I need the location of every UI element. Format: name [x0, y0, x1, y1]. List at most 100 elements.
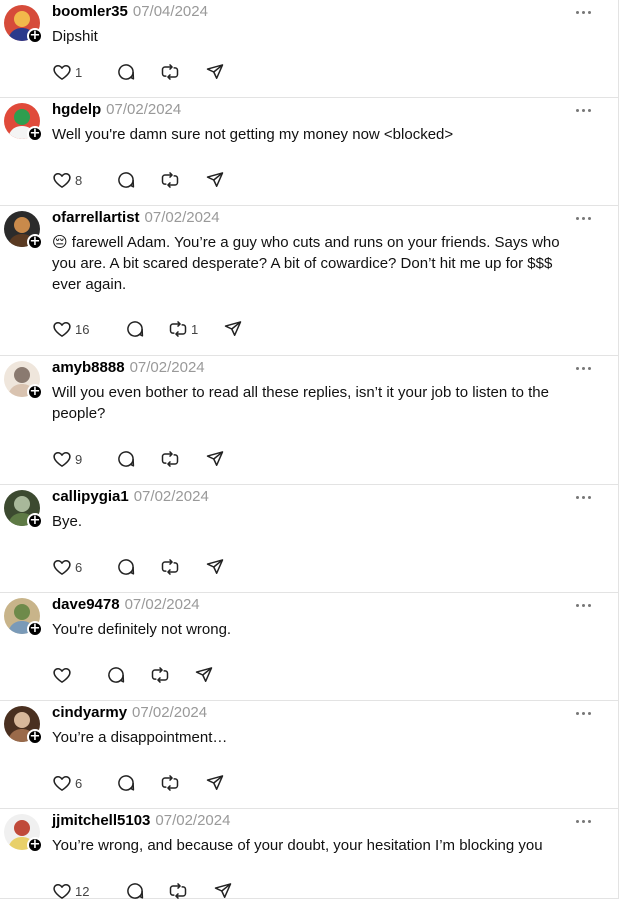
like-button[interactable]	[52, 665, 83, 685]
repost-button[interactable]	[160, 62, 191, 82]
reply-button[interactable]	[125, 881, 145, 899]
reply-button[interactable]	[125, 319, 145, 339]
share-button[interactable]	[205, 62, 225, 82]
reply-post: + boomler35 07/04/2024 Dipshit 1	[0, 0, 618, 98]
more-horizontal-icon[interactable]	[576, 703, 592, 723]
heart-icon	[52, 170, 72, 190]
more-horizontal-icon[interactable]	[576, 358, 592, 378]
reply-post: + jjmitchell5103 07/02/2024 You’re wrong, a…	[0, 809, 618, 899]
like-count: 6	[75, 559, 83, 575]
username[interactable]: cindyarmy	[52, 704, 127, 721]
avatar[interactable]: +	[4, 361, 43, 400]
like-button[interactable]: 12	[52, 881, 89, 899]
avatar[interactable]: +	[4, 598, 43, 637]
post-actions: 6	[52, 773, 225, 793]
like-button[interactable]: 9	[52, 449, 83, 469]
reply-button[interactable]	[116, 449, 136, 469]
post-actions: 16 1	[52, 319, 243, 339]
share-button[interactable]	[205, 449, 225, 469]
avatar[interactable]: +	[4, 706, 43, 745]
reply-button[interactable]	[116, 170, 136, 190]
post-header: cindyarmy 07/02/2024	[52, 703, 618, 723]
reply-button[interactable]	[116, 773, 136, 793]
username[interactable]: callipygia1	[52, 488, 129, 505]
like-count: 6	[75, 775, 83, 791]
avatar[interactable]: +	[4, 814, 43, 853]
repost-icon	[160, 557, 180, 577]
follow-plus-icon[interactable]: +	[27, 729, 43, 745]
post-header: dave9478 07/02/2024	[52, 595, 618, 615]
repost-button[interactable]	[168, 881, 199, 899]
username[interactable]: ofarrellartist	[52, 209, 140, 226]
repost-icon	[160, 449, 180, 469]
follow-plus-icon[interactable]: +	[27, 234, 43, 250]
username[interactable]: hgdelp	[52, 101, 101, 118]
comment-icon	[116, 449, 136, 469]
repost-button[interactable]: 1	[168, 319, 199, 339]
reply-button[interactable]	[116, 557, 136, 577]
follow-plus-icon[interactable]: +	[27, 621, 43, 637]
more-horizontal-icon[interactable]	[576, 595, 592, 615]
username[interactable]: dave9478	[52, 596, 120, 613]
repost-icon	[168, 881, 188, 899]
like-count: 16	[75, 321, 90, 337]
avatar[interactable]: +	[4, 103, 43, 142]
send-icon	[223, 319, 243, 339]
post-actions: 9	[52, 449, 225, 469]
share-button[interactable]	[205, 170, 225, 190]
avatar[interactable]: +	[4, 490, 43, 529]
like-button[interactable]: 1	[52, 62, 83, 82]
share-button[interactable]	[205, 773, 225, 793]
repost-button[interactable]	[150, 665, 181, 685]
send-icon	[205, 170, 225, 190]
send-icon	[194, 665, 214, 685]
send-icon	[205, 449, 225, 469]
avatar[interactable]: +	[4, 211, 43, 250]
username[interactable]: boomler35	[52, 3, 128, 20]
comment-icon	[125, 319, 145, 339]
heart-icon	[52, 449, 72, 469]
repost-button[interactable]	[160, 557, 191, 577]
like-button[interactable]: 6	[52, 557, 83, 577]
more-horizontal-icon[interactable]	[576, 487, 592, 507]
post-actions: 12	[52, 881, 233, 899]
follow-plus-icon[interactable]: +	[27, 384, 43, 400]
follow-plus-icon[interactable]: +	[27, 837, 43, 853]
send-icon	[213, 881, 233, 899]
repost-button[interactable]	[160, 170, 191, 190]
share-button[interactable]	[205, 557, 225, 577]
username[interactable]: jjmitchell5103	[52, 812, 150, 829]
comment-icon	[116, 557, 136, 577]
follow-plus-icon[interactable]: +	[27, 28, 43, 44]
like-button[interactable]: 6	[52, 773, 83, 793]
more-horizontal-icon[interactable]	[576, 2, 592, 22]
post-text: You're definitely not wrong.	[52, 621, 232, 638]
more-horizontal-icon[interactable]	[576, 208, 592, 228]
follow-plus-icon[interactable]: +	[27, 126, 43, 142]
repost-button[interactable]	[160, 773, 191, 793]
follow-plus-icon[interactable]: +	[27, 513, 43, 529]
repost-button[interactable]	[160, 449, 191, 469]
send-icon	[205, 62, 225, 82]
avatar[interactable]: +	[4, 5, 43, 44]
reply-button[interactable]	[106, 665, 126, 685]
share-button[interactable]	[194, 665, 214, 685]
post-text: You’re a disappointment…	[52, 729, 228, 746]
post-actions: 8	[52, 170, 225, 190]
post-header: jjmitchell5103 07/02/2024	[52, 811, 618, 831]
share-button[interactable]	[213, 881, 233, 899]
post-date: 07/02/2024	[129, 359, 205, 376]
post-text: Will you even bother to read all these r…	[52, 384, 554, 422]
username[interactable]: amyb8888	[52, 359, 125, 376]
share-button[interactable]	[223, 319, 243, 339]
more-horizontal-icon[interactable]	[576, 100, 592, 120]
more-horizontal-icon[interactable]	[576, 811, 592, 831]
post-text: Bye.	[52, 513, 83, 530]
post-actions: 1	[52, 62, 225, 82]
comment-icon	[106, 665, 126, 685]
like-button[interactable]: 8	[52, 170, 83, 190]
reply-button[interactable]	[116, 62, 136, 82]
like-button[interactable]: 16	[52, 319, 89, 339]
reply-post: + ofarrellartist 07/02/2024 😔 farewell Adam…	[0, 206, 618, 356]
reply-post: + amyb8888 07/02/2024 Will you even bother …	[0, 356, 618, 485]
